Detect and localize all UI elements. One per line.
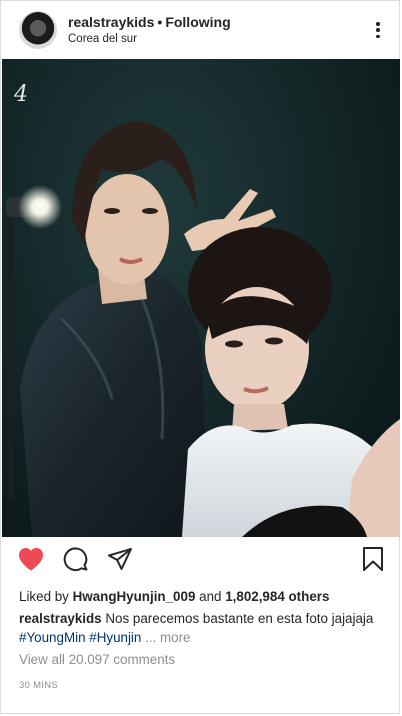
avatar[interactable] xyxy=(19,11,57,49)
likes-line: Liked by HwangHyunjin_009 and 1,802,984 … xyxy=(19,587,385,606)
header-text: realstraykids • Following Corea del sur xyxy=(68,14,231,47)
share-icon[interactable] xyxy=(106,546,134,577)
following-button[interactable]: Following xyxy=(165,14,230,30)
view-all-comments-link[interactable]: View all 20.097 comments xyxy=(19,650,385,669)
caption-ellipsis: ... xyxy=(145,630,157,645)
likes-prefix: Liked by xyxy=(19,589,69,604)
hashtag-link[interactable]: #Hyunjin xyxy=(89,630,141,645)
post-meta: Liked by HwangHyunjin_009 and 1,802,984 … xyxy=(19,587,385,695)
comment-icon[interactable] xyxy=(63,546,89,577)
separator-dot: • xyxy=(157,13,163,30)
instagram-post: realstraykids•Following Corea del sur xyxy=(0,0,400,714)
post-header: realstraykids • Following Corea del sur xyxy=(1,1,399,59)
liked-by-user-link[interactable]: HwangHyunjin_009 xyxy=(73,589,196,604)
watermark-text: 4 xyxy=(13,82,28,107)
location-link[interactable]: Corea del sur xyxy=(68,32,231,47)
post-photo[interactable]: 4 xyxy=(2,59,400,537)
caption-text: Nos parecemos bastante en esta foto jaja… xyxy=(105,611,374,626)
bookmark-icon[interactable] xyxy=(361,546,385,577)
caption: realstraykids Nos parecemos bastante en … xyxy=(19,609,385,647)
caption-username-link[interactable]: realstraykids xyxy=(19,611,102,626)
action-bar xyxy=(1,546,399,578)
more-link[interactable]: more xyxy=(160,630,191,645)
heart-icon[interactable] xyxy=(17,546,45,577)
more-options-icon[interactable] xyxy=(375,22,381,38)
hashtag-link[interactable]: #YoungMin xyxy=(19,630,86,645)
likes-count-link[interactable]: 1,802,984 others xyxy=(225,589,329,604)
username-link[interactable]: realstraykids xyxy=(68,14,154,30)
header-line: realstraykids • Following xyxy=(68,14,231,31)
likes-and: and xyxy=(199,589,222,604)
post-timestamp: 30 MINS xyxy=(19,680,59,691)
photo-illustration: 4 xyxy=(6,82,400,537)
